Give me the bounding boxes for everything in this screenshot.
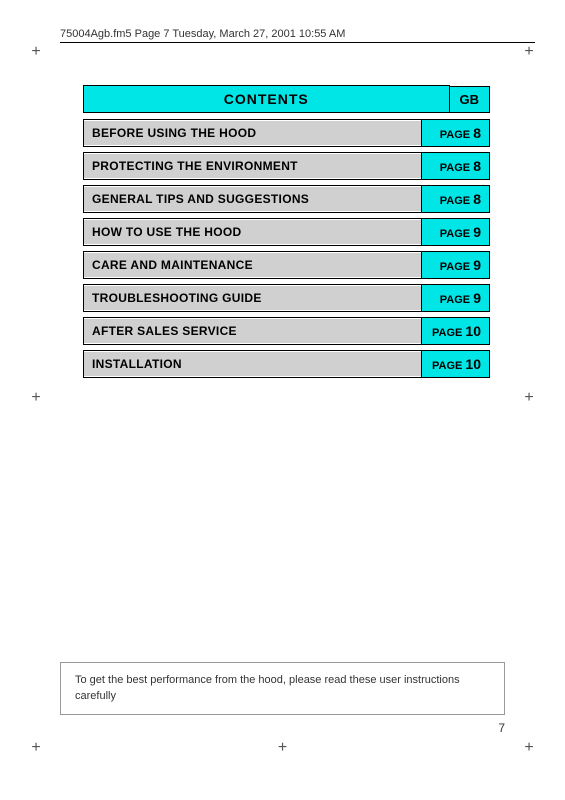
cross-bottom-right — [521, 740, 537, 756]
toc-page-num: 8 — [473, 158, 481, 174]
contents-header: CONTENTS GB — [83, 85, 490, 113]
header-line — [60, 42, 535, 43]
footer-note: To get the best performance from the hoo… — [60, 662, 505, 715]
cross-mid-right — [521, 390, 537, 406]
toc-row: PROTECTING THE ENVIRONMENTPAGE 8 — [83, 152, 490, 180]
toc-row: TROUBLESHOOTING GUIDEPAGE 9 — [83, 284, 490, 312]
toc-label: BEFORE USING THE HOOD — [84, 121, 421, 145]
cross-mid-left — [28, 390, 44, 406]
toc-page: PAGE 10 — [421, 318, 489, 344]
toc-page-num: 9 — [473, 257, 481, 273]
toc-rows-container: BEFORE USING THE HOODPAGE 8PROTECTING TH… — [83, 119, 490, 383]
toc-page-num: 10 — [465, 323, 481, 339]
cross-top-right — [521, 44, 537, 60]
toc-page: PAGE 9 — [421, 252, 489, 278]
cross-top-left — [28, 44, 44, 60]
toc-page-num: 9 — [473, 290, 481, 306]
contents-gb: GB — [450, 86, 491, 113]
toc-label: TROUBLESHOOTING GUIDE — [84, 286, 421, 310]
toc-row: HOW TO USE THE HOODPAGE 9 — [83, 218, 490, 246]
toc-page-num: 10 — [465, 356, 481, 372]
toc-page: PAGE 8 — [421, 186, 489, 212]
header-filename: 75004Agb.fm5 Page 7 Tuesday, March 27, 2… — [60, 28, 345, 40]
toc-page-num: 9 — [473, 224, 481, 240]
footer-note-text: To get the best performance from the hoo… — [75, 674, 460, 701]
toc-page-num: 8 — [473, 125, 481, 141]
toc-row: GENERAL TIPS AND SUGGESTIONSPAGE 8 — [83, 185, 490, 213]
contents-title: CONTENTS — [83, 85, 450, 113]
toc-label: PROTECTING THE ENVIRONMENT — [84, 154, 421, 178]
toc-row: INSTALLATIONPAGE 10 — [83, 350, 490, 378]
toc-page: PAGE 8 — [421, 120, 489, 146]
cross-bottom-left — [28, 740, 44, 756]
toc-page: PAGE 8 — [421, 153, 489, 179]
cross-bottom-mid — [275, 740, 291, 756]
toc-page-num: 8 — [473, 191, 481, 207]
header-bar: 75004Agb.fm5 Page 7 Tuesday, March 27, 2… — [60, 28, 535, 40]
toc-row: BEFORE USING THE HOODPAGE 8 — [83, 119, 490, 147]
toc-row: AFTER SALES SERVICEPAGE 10 — [83, 317, 490, 345]
toc-label: INSTALLATION — [84, 352, 421, 376]
toc-label: GENERAL TIPS AND SUGGESTIONS — [84, 187, 421, 211]
page: 75004Agb.fm5 Page 7 Tuesday, March 27, 2… — [0, 0, 565, 800]
toc-label: HOW TO USE THE HOOD — [84, 220, 421, 244]
content-area: CONTENTS GB BEFORE USING THE HOODPAGE 8P… — [83, 85, 490, 383]
toc-page: PAGE 9 — [421, 285, 489, 311]
toc-label: CARE AND MAINTENANCE — [84, 253, 421, 277]
page-number: 7 — [498, 721, 505, 735]
toc-row: CARE AND MAINTENANCEPAGE 9 — [83, 251, 490, 279]
toc-label: AFTER SALES SERVICE — [84, 319, 421, 343]
toc-page: PAGE 9 — [421, 219, 489, 245]
toc-page: PAGE 10 — [421, 351, 489, 377]
